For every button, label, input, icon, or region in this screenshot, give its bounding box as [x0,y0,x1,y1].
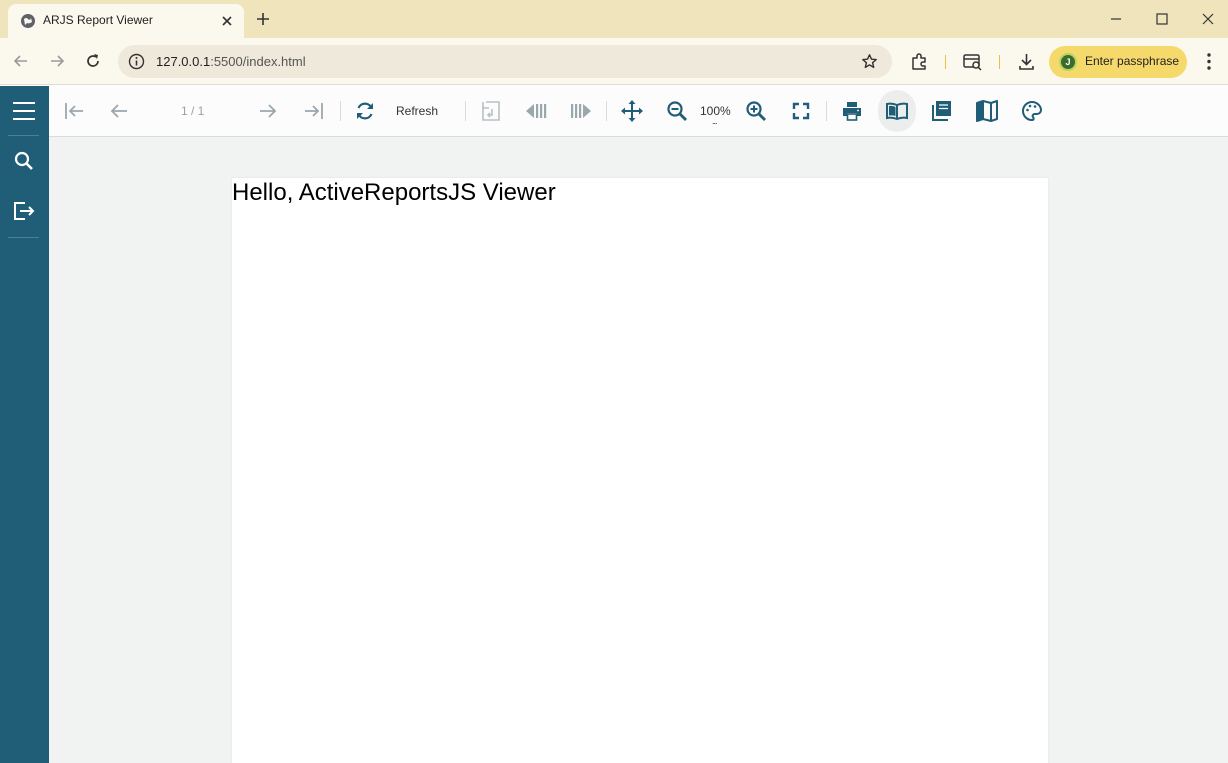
last-page-button[interactable] [302,99,326,123]
more-menu-icon[interactable] [1200,51,1218,72]
forward-icon[interactable] [47,51,67,71]
url-text: 127.0.0.1:5500/index.html [156,54,306,69]
previous-page-icon [110,104,127,118]
profile-label: Enter passphrase [1085,54,1180,68]
search-icon[interactable] [10,147,38,175]
previous-section-button[interactable] [524,99,548,123]
extensions-icon[interactable] [909,51,930,72]
single-page-view-button[interactable] [885,99,909,123]
galley-icon [976,100,998,122]
zoom-in-icon [746,101,766,121]
next-section-icon [571,104,591,118]
sidebar-separator [8,237,39,238]
refresh-button[interactable] [353,99,377,123]
continuous-view-button[interactable] [930,99,954,123]
print-icon [843,102,861,121]
first-page-icon [65,103,83,119]
back-icon[interactable] [11,51,31,71]
refresh-icon [357,102,373,120]
browser-tab-strip: ARJS Report Viewer [0,0,1228,38]
next-page-icon [260,104,277,118]
toolbar-separator [826,101,827,121]
report-canvas[interactable]: Hello, ActiveReportsJS Viewer [49,137,1228,763]
address-bar[interactable]: 127.0.0.1:5500/index.html [118,45,892,78]
toolbar-separator [465,101,466,121]
sidebar-separator [8,135,39,136]
toolbar-separator [340,101,341,121]
new-tab-icon[interactable] [252,8,274,30]
pan-button[interactable] [620,99,644,123]
report-text: Hello, ActiveReportsJS Viewer [232,179,556,206]
galley-view-button[interactable] [975,99,999,123]
page-indicator[interactable]: 1 / 1 [181,104,204,118]
report-page: Hello, ActiveReportsJS Viewer [232,178,1048,763]
next-page-button[interactable] [256,99,280,123]
browser-toolbar: 127.0.0.1:5500/index.html J Enter passph… [0,38,1228,85]
back-to-parent-button[interactable] [479,99,503,123]
print-button[interactable] [840,99,864,123]
toolbar-separator [999,55,1000,69]
bookmark-star-icon[interactable] [861,53,878,70]
zoom-in-button[interactable] [744,99,768,123]
menu-icon[interactable] [10,97,38,125]
zoom-out-button[interactable] [665,99,689,123]
toolbar-separator [606,101,607,121]
first-page-button[interactable] [62,99,86,123]
viewer-toolbar: 1 / 1 Refresh 100% ... [49,86,1228,137]
next-section-button[interactable] [569,99,593,123]
site-info-icon[interactable] [128,53,145,70]
reload-icon[interactable] [83,51,103,71]
fullscreen-button[interactable] [789,99,813,123]
zoom-out-icon [667,101,687,121]
close-tab-icon[interactable] [218,12,236,30]
continuous-icon [932,101,951,121]
theme-button[interactable] [1020,99,1044,123]
tab-search-icon[interactable] [962,51,983,72]
single-page-icon [886,102,908,121]
toolbar-separator [945,55,946,69]
download-icon[interactable] [1016,51,1037,72]
back-to-parent-icon [482,101,500,121]
avatar: J [1059,53,1077,71]
refresh-label[interactable]: Refresh [396,104,438,118]
pan-icon [621,100,643,122]
viewer-sidebar [0,86,49,763]
fullscreen-icon [792,102,810,120]
previous-page-button[interactable] [107,99,131,123]
last-page-icon [305,103,323,119]
previous-section-icon [526,104,547,118]
maximize-icon[interactable] [1151,8,1173,30]
tab-title: ARJS Report Viewer [43,13,153,27]
export-icon[interactable] [10,197,38,225]
minimize-icon[interactable] [1105,8,1127,30]
browser-tab[interactable]: ARJS Report Viewer [8,4,244,38]
profile-button[interactable]: J Enter passphrase [1049,46,1187,78]
globe-icon [21,14,35,28]
theme-icon [1022,100,1043,122]
zoom-menu-dots[interactable]: ... [712,116,717,126]
close-window-icon[interactable] [1197,8,1219,30]
